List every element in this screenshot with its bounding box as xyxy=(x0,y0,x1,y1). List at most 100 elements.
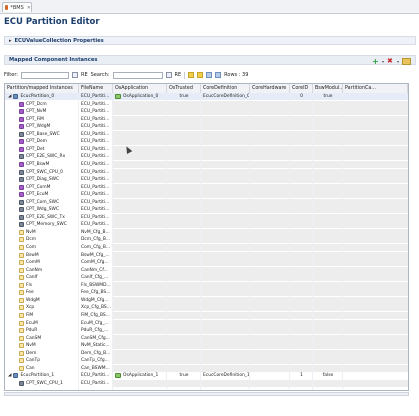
table-row[interactable]: CPT_NvM ECU_Partiti... xyxy=(5,108,408,116)
corehardware-cell[interactable] xyxy=(250,138,290,146)
corehardware-cell[interactable] xyxy=(250,327,290,335)
delete-dropdown-icon[interactable]: ▾ xyxy=(397,59,399,64)
table-row[interactable]: Dem Dem_Cfg_B... xyxy=(5,349,408,357)
table-row[interactable]: CPT_Com_SWC ECU_Partiti... xyxy=(5,198,408,206)
osapplication-cell[interactable] xyxy=(113,289,167,297)
bswmodule-cell[interactable] xyxy=(313,100,343,108)
partitioncategory-cell[interactable] xyxy=(343,334,408,342)
filename-cell[interactable]: ECU_Partiti... xyxy=(79,372,113,379)
osapplication-cell[interactable] xyxy=(113,364,167,372)
instance-name-cell[interactable]: Fee xyxy=(5,289,79,296)
coreid-cell[interactable]: 1 xyxy=(290,372,313,379)
collapse-twisty-icon[interactable]: ◢ xyxy=(8,372,11,379)
table-row[interactable]: CPT_Wdg_SWC ECU_Partiti... xyxy=(5,206,408,214)
partitioncategory-cell[interactable] xyxy=(343,153,408,161)
bswmodule-cell[interactable] xyxy=(313,228,343,236)
bswmodule-cell[interactable] xyxy=(313,108,343,116)
coreid-cell[interactable] xyxy=(290,191,313,199)
partitioncategory-cell[interactable] xyxy=(343,281,408,289)
partitioncategory-cell[interactable] xyxy=(343,236,408,244)
ostrusted-cell[interactable] xyxy=(167,213,201,221)
coredefinition-cell[interactable] xyxy=(201,153,250,161)
ostrusted-cell[interactable]: true xyxy=(167,93,201,100)
partitioncategory-cell[interactable] xyxy=(343,206,408,214)
coredefinition-cell[interactable]: EcucCoreDefinition_0 xyxy=(201,93,250,100)
osapplication-cell[interactable] xyxy=(113,379,167,387)
coreid-cell[interactable] xyxy=(290,334,313,342)
ostrusted-cell[interactable] xyxy=(167,153,201,161)
ostrusted-cell[interactable] xyxy=(167,228,201,236)
coredefinition-cell[interactable] xyxy=(201,213,250,221)
corehardware-cell[interactable] xyxy=(250,259,290,267)
ostrusted-cell[interactable] xyxy=(167,145,201,153)
bswmodule-cell[interactable] xyxy=(313,311,343,319)
ostrusted-cell[interactable] xyxy=(167,100,201,108)
bswmodule-cell[interactable]: true xyxy=(313,93,343,100)
column-header-partition[interactable]: Partition/mapped Instances xyxy=(5,84,79,93)
instance-name-cell[interactable]: WdgM xyxy=(5,297,79,304)
bswmodule-cell[interactable] xyxy=(313,296,343,304)
instance-name-cell[interactable]: CPT_EcuM xyxy=(5,191,79,198)
ostrusted-cell[interactable] xyxy=(167,357,201,365)
coreid-cell[interactable] xyxy=(290,236,313,244)
osapplication-cell[interactable] xyxy=(113,357,167,365)
instance-name-cell[interactable]: Dcm xyxy=(5,236,79,243)
osapplication-cell[interactable] xyxy=(113,274,167,282)
ostrusted-cell[interactable] xyxy=(167,327,201,335)
ostrusted-cell[interactable] xyxy=(167,266,201,274)
corehardware-cell[interactable] xyxy=(250,108,290,116)
osapplication-cell[interactable] xyxy=(113,168,167,176)
coreid-cell[interactable] xyxy=(290,274,313,282)
ostrusted-cell[interactable] xyxy=(167,296,201,304)
osapplication-cell[interactable] xyxy=(113,266,167,274)
partitioncategory-cell[interactable] xyxy=(343,168,408,176)
table-row[interactable]: CPT_Dcm ECU_Partiti... xyxy=(5,100,408,108)
coreid-cell[interactable]: 0 xyxy=(290,93,313,100)
osapplication-cell[interactable] xyxy=(113,244,167,251)
coredefinition-cell[interactable] xyxy=(201,311,250,319)
filename-cell[interactable]: ECU_Partiti... xyxy=(79,169,113,176)
instance-name-cell[interactable]: FiM xyxy=(5,312,79,319)
filename-cell[interactable]: ECU_Partiti... xyxy=(79,176,113,183)
instance-name-cell[interactable]: CPT_Diag_SWC xyxy=(5,176,79,183)
osapplication-cell[interactable] xyxy=(113,145,167,153)
table-row[interactable]: CanNm CanNm_Cf... xyxy=(5,266,408,274)
table-row[interactable]: CPT_Dem ECU_Partiti... xyxy=(5,138,408,146)
corehardware-cell[interactable] xyxy=(250,221,290,229)
filename-cell[interactable]: ECU_Partiti... xyxy=(79,123,113,130)
filename-cell[interactable]: ECU_Partiti... xyxy=(79,146,113,153)
bswmodule-cell[interactable] xyxy=(313,153,343,161)
coredefinition-cell[interactable] xyxy=(201,115,250,123)
bswmodule-cell[interactable] xyxy=(313,349,343,357)
table-row[interactable]: WdgM WdgM_Cfg... xyxy=(5,296,408,304)
expand-twisty-icon[interactable]: ▸ xyxy=(9,38,12,44)
corehardware-cell[interactable] xyxy=(250,198,290,206)
coredefinition-cell[interactable] xyxy=(201,236,250,244)
bswmodule-cell[interactable] xyxy=(313,213,343,221)
table-row[interactable]: NvM NvM_Cfg_B... xyxy=(5,228,408,236)
osapplication-cell[interactable]: OsApplication_0 xyxy=(113,93,167,100)
partitioncategory-cell[interactable] xyxy=(343,357,408,365)
ostrusted-cell[interactable] xyxy=(167,176,201,184)
table-row[interactable]: CPT_BswM ECU_Partiti... xyxy=(5,160,408,168)
table-row[interactable]: FiM FiM_Cfg_BS... xyxy=(5,311,408,319)
filename-cell[interactable]: PduR_Cfg_... xyxy=(79,327,113,334)
osapplication-cell[interactable] xyxy=(113,221,167,229)
table-row[interactable]: Fls Fls_BSWMD... xyxy=(5,281,408,289)
coredefinition-cell[interactable] xyxy=(201,342,250,350)
coredefinition-cell[interactable] xyxy=(201,100,250,108)
instance-name-cell[interactable]: ◢ EcucPartition_1 xyxy=(5,372,79,379)
bswmodule-cell[interactable] xyxy=(313,357,343,365)
osapplication-cell[interactable] xyxy=(113,198,167,206)
osapplication-cell[interactable] xyxy=(113,100,167,108)
ostrusted-cell[interactable] xyxy=(167,130,201,138)
corehardware-cell[interactable] xyxy=(250,349,290,357)
osapplication-cell[interactable] xyxy=(113,176,167,184)
corehardware-cell[interactable] xyxy=(250,304,290,312)
instance-name-cell[interactable]: ◢ EcucPartition_0 xyxy=(5,93,79,100)
partitioncategory-cell[interactable] xyxy=(343,100,408,108)
coredefinition-cell[interactable] xyxy=(201,198,250,206)
close-icon[interactable]: ✕ xyxy=(27,5,31,11)
filename-cell[interactable]: ECU_Partiti... xyxy=(79,184,113,191)
ostrusted-cell[interactable] xyxy=(167,221,201,229)
